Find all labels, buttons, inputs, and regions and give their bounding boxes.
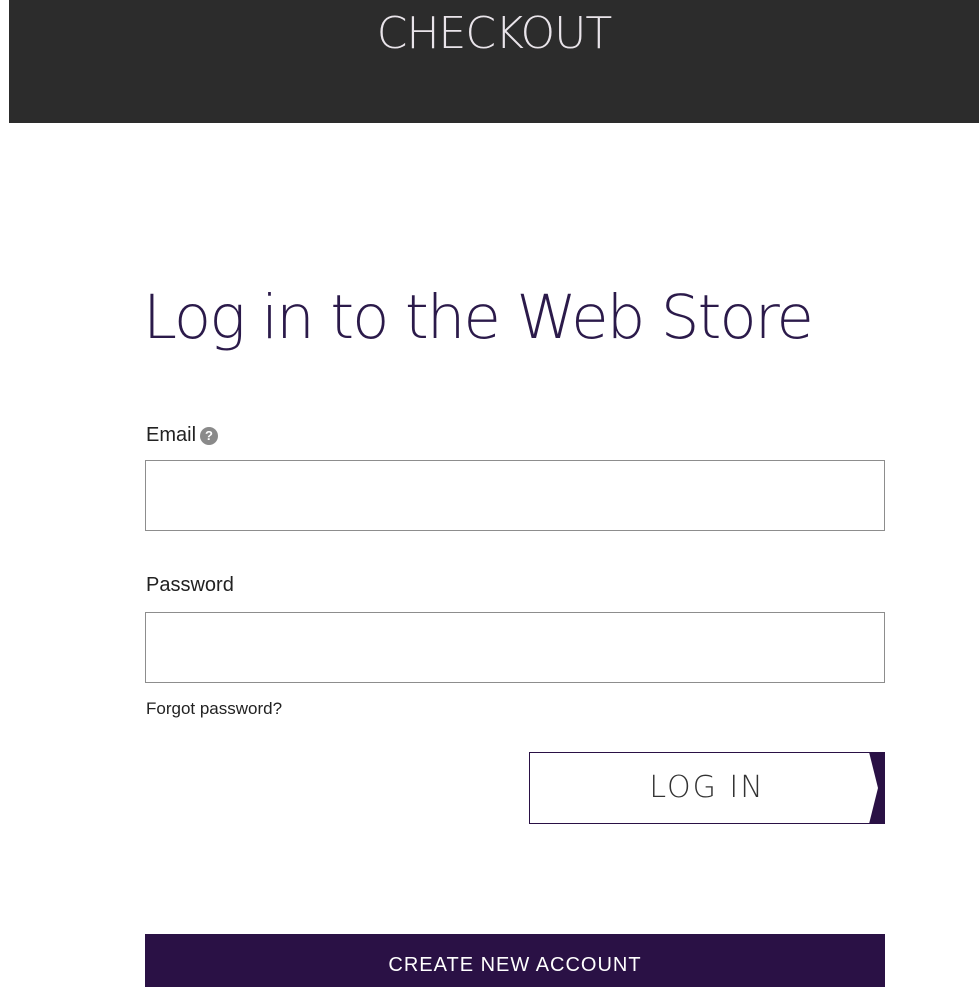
page-title: Log in to the Web Store xyxy=(143,282,814,353)
header-bar: CHECKOUT xyxy=(9,0,979,123)
password-input[interactable] xyxy=(145,612,885,683)
checkout-page: CHECKOUT Log in to the Web Store Email? … xyxy=(0,0,979,987)
email-label-row: Email? xyxy=(146,423,219,447)
header-title: CHECKOUT xyxy=(376,8,613,59)
email-label: Email xyxy=(146,424,197,446)
chevron-right-icon xyxy=(869,753,884,823)
email-input[interactable] xyxy=(145,460,885,531)
forgot-password-link[interactable]: Forgot password? xyxy=(146,698,282,720)
create-account-button[interactable]: CREATE NEW ACCOUNT xyxy=(145,934,885,987)
password-label: Password xyxy=(146,574,234,596)
login-button[interactable]: LOG IN xyxy=(529,752,885,824)
login-button-label: LOG IN xyxy=(649,770,765,805)
help-icon[interactable]: ? xyxy=(200,427,219,445)
